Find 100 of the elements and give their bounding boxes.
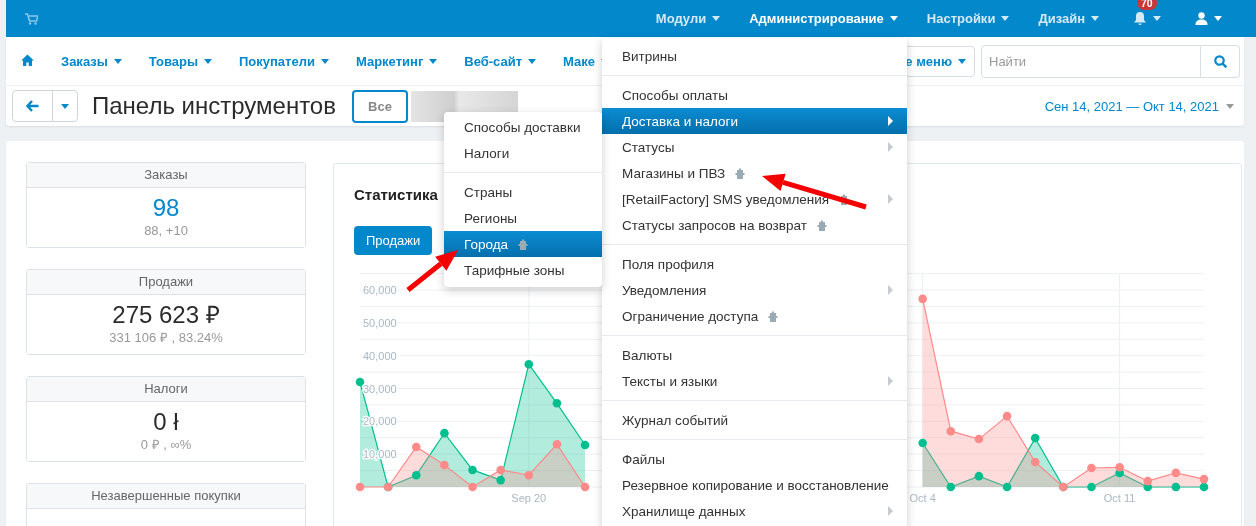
- data-point: [1002, 482, 1012, 492]
- card-title: Незавершенные покупки: [27, 484, 305, 509]
- submenu-arrow-icon: [888, 194, 893, 204]
- menu-item[interactable]: Способы доставки: [444, 114, 602, 140]
- stat-detail: 88, +10: [143, 223, 189, 239]
- axis-label: Oct 4: [909, 492, 936, 504]
- axis-label: Sep 20: [511, 492, 547, 504]
- menu-item[interactable]: Поля профиля: [602, 251, 907, 277]
- data-point: [440, 460, 449, 470]
- caret-icon: [1226, 103, 1234, 109]
- caret-icon: [958, 58, 966, 64]
- data-point: [496, 465, 505, 475]
- search-button[interactable]: [1201, 44, 1240, 78]
- data-point: [411, 442, 421, 452]
- data-point: [468, 482, 477, 492]
- data-point: [1115, 463, 1124, 472]
- nav-menu[interactable]: Веб-сайт: [464, 53, 537, 69]
- card-title: Продажи: [27, 270, 305, 295]
- data-point: [580, 482, 590, 492]
- caret-icon: [1153, 16, 1161, 21]
- menu-tab[interactable]: Администрирование: [749, 11, 898, 26]
- submenu-arrow-icon: [888, 116, 893, 126]
- stat-link[interactable]: 98: [27, 193, 305, 223]
- menu-item[interactable]: Статусы запросов на возврат: [602, 212, 907, 238]
- search-field[interactable]: Найти: [981, 44, 1201, 78]
- bell-icon: [1133, 11, 1147, 26]
- home-button[interactable]: [21, 53, 34, 69]
- data-point: [1199, 482, 1209, 492]
- page-title: Панель инструментов: [92, 92, 336, 120]
- data-point: [918, 438, 927, 448]
- menu-item[interactable]: Тарифные зоны: [444, 257, 602, 283]
- menu-item[interactable]: Статусы: [602, 134, 907, 160]
- data-point: [974, 471, 984, 481]
- data-point: [580, 440, 590, 450]
- nav-menu[interactable]: Заказы: [61, 53, 122, 69]
- home-icon: [21, 53, 34, 66]
- nav-menu[interactable]: Покупатели: [239, 53, 329, 69]
- menu-item[interactable]: Налоги: [444, 140, 602, 166]
- data-point: [918, 294, 927, 304]
- caret-icon: [1001, 16, 1010, 21]
- back-arrow-icon: [26, 100, 39, 112]
- data-point: [411, 470, 421, 480]
- data-point: [1199, 474, 1209, 484]
- data-point: [1171, 482, 1181, 492]
- menu-item[interactable]: Магазины и ПВЗ: [602, 160, 907, 186]
- cart-icon: [25, 12, 38, 25]
- data-point: [524, 359, 534, 369]
- menu-item[interactable]: Тексты и языки: [602, 368, 907, 394]
- data-point: [1087, 463, 1096, 473]
- axis-label: 50,000: [363, 316, 397, 329]
- caret-icon: [712, 16, 721, 21]
- axis-label: 40,000: [363, 349, 397, 362]
- data-point: [552, 399, 562, 408]
- data-point: [974, 434, 984, 444]
- caret-icon: [1214, 16, 1222, 21]
- menu-item[interactable]: Ограничение доступа: [602, 303, 907, 329]
- menu-item[interactable]: Уведомления: [602, 277, 907, 303]
- caret-icon: [204, 58, 212, 64]
- chart-tab[interactable]: Продажи: [354, 226, 433, 255]
- menu-item[interactable]: Способы оплаты: [602, 82, 907, 108]
- card-title: Заказы: [27, 163, 305, 188]
- caret-icon: [528, 58, 537, 64]
- card-title: Налоги: [27, 377, 305, 402]
- menu-item[interactable]: Доставка и налоги: [602, 108, 907, 134]
- data-point: [440, 428, 449, 438]
- caret-icon: [429, 58, 438, 64]
- nav-menu[interactable]: Маркетинг: [355, 53, 438, 69]
- date-range-picker[interactable]: Сен 14, 2021 — Окт 14, 2021: [1044, 98, 1234, 114]
- data-point: [1002, 411, 1012, 421]
- puzzle-icon: [767, 310, 779, 322]
- puzzle-icon: [734, 167, 746, 179]
- data-point: [946, 482, 956, 492]
- puzzle-icon: [517, 238, 529, 250]
- caret-icon: [61, 103, 69, 109]
- stat-value: 275 623 ₽: [111, 300, 221, 330]
- menu-item[interactable]: Регионы: [444, 205, 602, 231]
- data-point: [1143, 476, 1153, 486]
- data-point: [946, 426, 956, 436]
- submenu-arrow-icon: [888, 506, 893, 516]
- data-point: [1171, 468, 1181, 478]
- menu-item[interactable]: Файлы: [602, 446, 907, 472]
- axis-label: 30,000: [363, 382, 397, 395]
- user-menu-button[interactable]: [1195, 12, 1222, 25]
- menu-item[interactable]: Города: [444, 231, 602, 257]
- stat-detail: 331 106 ₽ , 83.24%: [108, 330, 224, 346]
- all-button[interactable]: Все: [351, 89, 408, 123]
- menu-item[interactable]: Хранилище данных: [602, 498, 907, 524]
- menu-item[interactable]: Страны: [444, 179, 602, 205]
- data-point: [524, 470, 534, 480]
- data-point: [496, 475, 505, 485]
- nav-menu[interactable]: Товары: [148, 53, 212, 69]
- axis-label: Oct 11: [1103, 492, 1136, 504]
- submenu-arrow-icon: [888, 376, 893, 386]
- stat-detail: 0 ₽ , ∞%: [139, 437, 193, 453]
- data-point: [355, 377, 365, 387]
- data-point: [1030, 433, 1040, 443]
- menu-item[interactable]: Журнал событий: [602, 407, 907, 433]
- menu-item[interactable]: Резервное копирование и восстановление: [602, 472, 907, 498]
- search-icon: [1213, 54, 1227, 68]
- menu-item[interactable]: Валюты: [602, 342, 907, 368]
